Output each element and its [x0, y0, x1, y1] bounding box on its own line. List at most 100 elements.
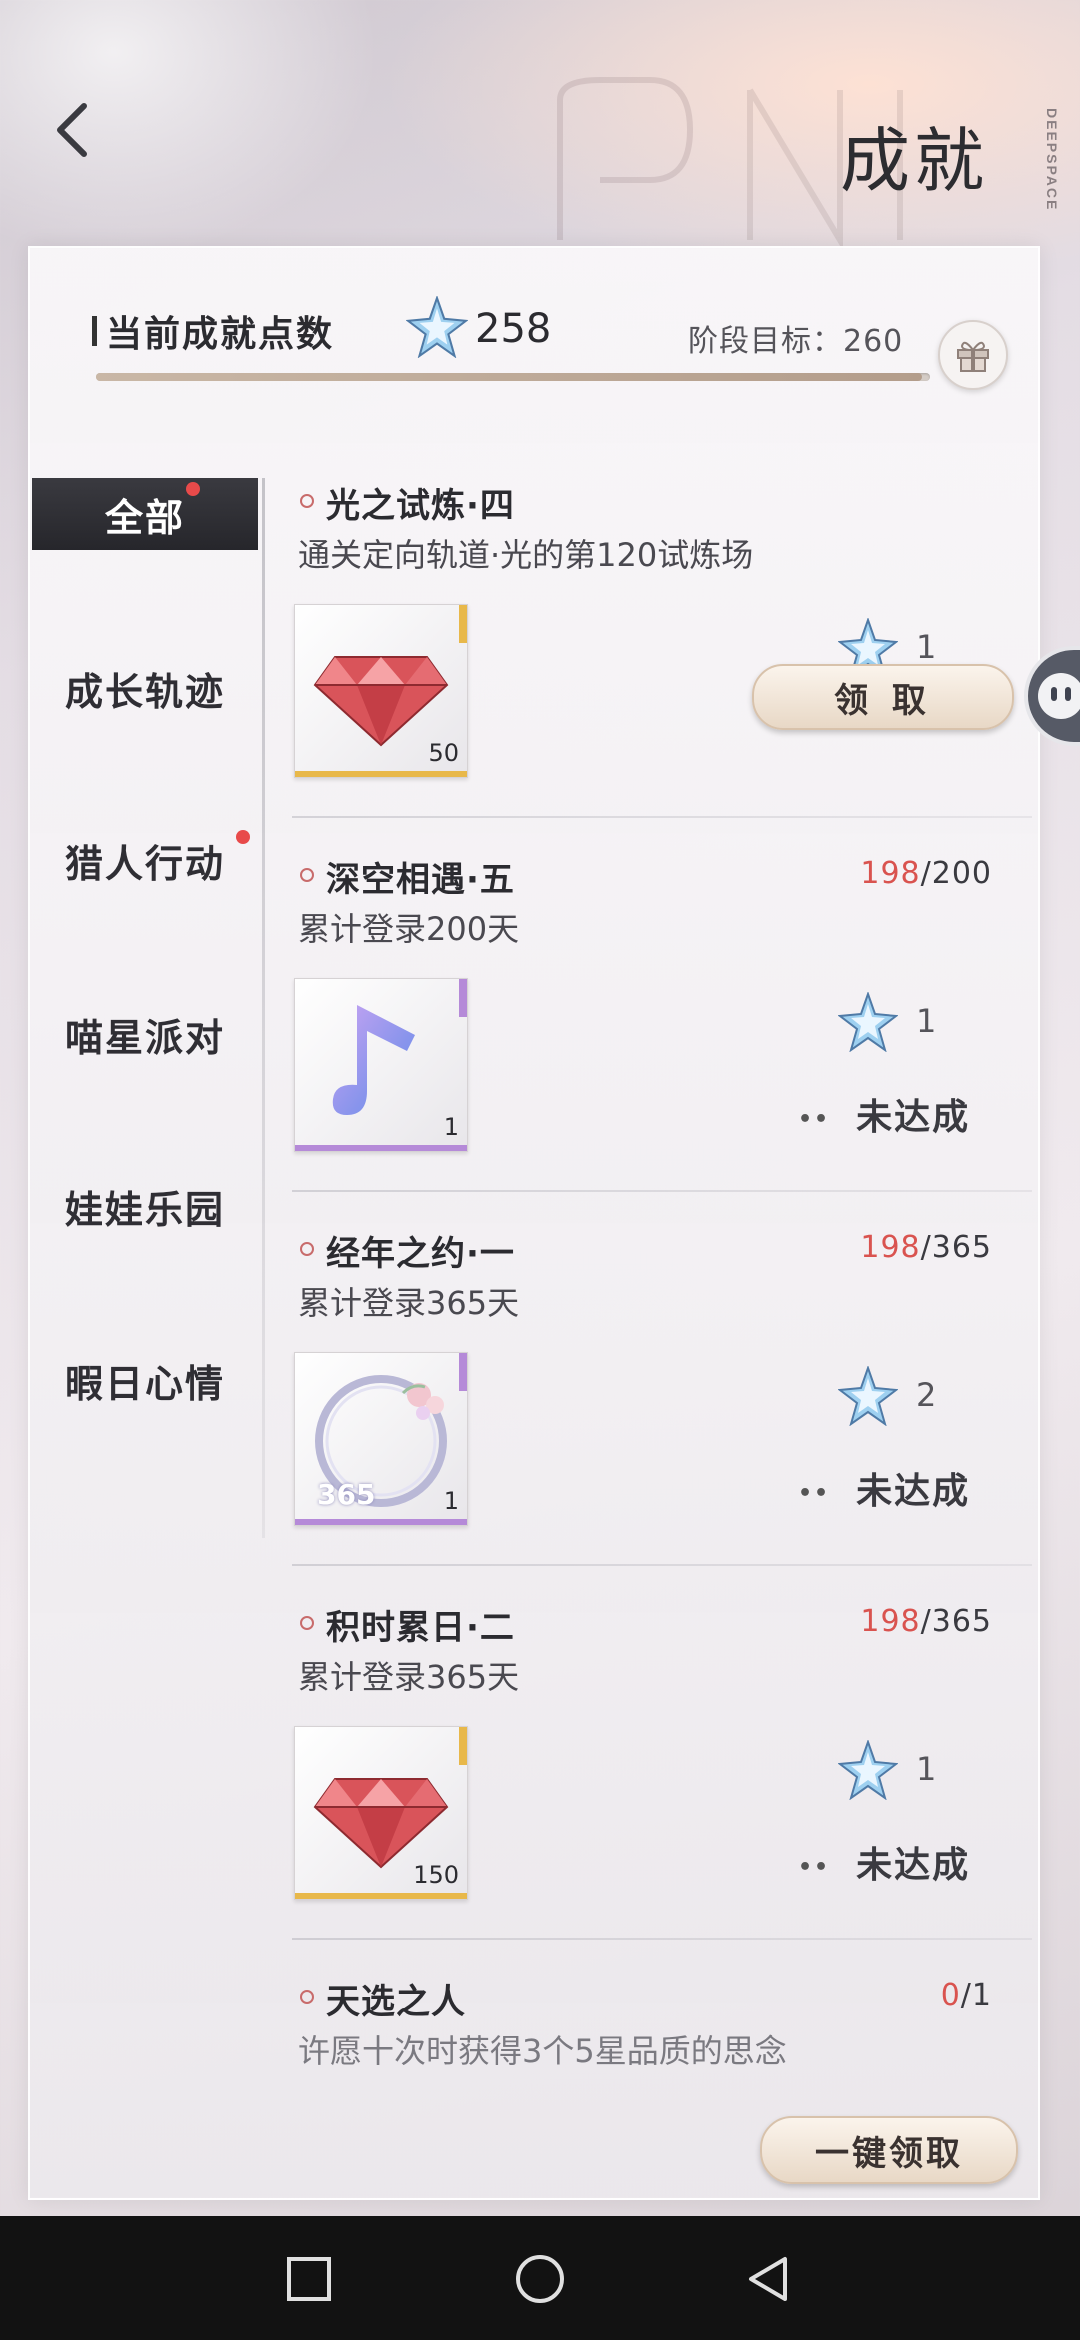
achievement-title: 经年之约·一: [326, 1234, 515, 1274]
item-quantity: 150: [413, 1861, 459, 1889]
sidebar-item-meow-party[interactable]: 喵星派对: [32, 998, 258, 1070]
quality-tag: [459, 605, 467, 643]
gift-icon: [957, 341, 989, 372]
status-not-achieved: •• 未达成: [798, 1088, 970, 1140]
achievement-progress: 198/200: [860, 856, 992, 891]
star-icon: [406, 296, 468, 358]
progress-total: /365: [920, 1604, 992, 1639]
title-bullet: [300, 1990, 314, 2004]
status-not-achieved: •• 未达成: [798, 1836, 970, 1888]
achievement-title: 天选之人: [326, 1982, 466, 2022]
points-progress-bar: [96, 373, 930, 381]
assistant-face-icon: [1038, 673, 1080, 719]
title-bullet: [300, 1616, 314, 1630]
points-label: 当前成就点数: [106, 314, 335, 355]
achievement-progress: 0/1: [941, 1978, 992, 2013]
quality-bar: [295, 1519, 467, 1525]
star-icon: [838, 1366, 898, 1426]
row-divider: [292, 1564, 1032, 1566]
claim-all-button[interactable]: 一键领取: [760, 2116, 1018, 2184]
progress-current: 198: [860, 856, 921, 891]
achievement-item: 积时累日·二 198/365 累计登录365天 150 1 •• 未达成: [292, 1600, 1032, 1920]
progress-total: /200: [920, 856, 992, 891]
recents-button[interactable]: [274, 2244, 344, 2314]
achievement-title: 积时累日·二: [326, 1608, 515, 1648]
reward-item-card[interactable]: 50: [294, 604, 468, 778]
triangle-back-icon: [749, 2257, 787, 2301]
achievement-desc: 通关定向轨道·光的第120试炼场: [298, 536, 754, 574]
item-quantity: 1: [443, 1113, 459, 1141]
quality-tag: [459, 1727, 467, 1765]
row-divider: [292, 1190, 1032, 1192]
reward-item-card[interactable]: 150: [294, 1726, 468, 1900]
achievement-desc: 累计登录200天: [298, 910, 520, 948]
sidebar-item-doll-park[interactable]: 娃娃乐园: [32, 1170, 258, 1242]
sidebar-item-label: 喵星派对: [64, 1015, 225, 1060]
achievement-progress: 198/365: [860, 1604, 992, 1639]
sidebar-item-growth[interactable]: 成长轨迹: [32, 652, 258, 724]
quality-bar: [295, 1893, 467, 1899]
claim-button[interactable]: 领 取: [752, 664, 1014, 730]
progress-current: 198: [860, 1230, 921, 1265]
progress-current: 0: [940, 1978, 961, 2013]
system-navigation-bar: [0, 2216, 1080, 2340]
eye-icon: [1065, 687, 1071, 701]
reward-points: 1: [916, 1750, 937, 1788]
reward-item-card[interactable]: 365 1: [294, 1352, 468, 1526]
reward-item-card[interactable]: 1: [294, 978, 468, 1152]
row-divider: [292, 1938, 1032, 1940]
page-title: 成就: [840, 120, 988, 202]
achievement-title: 深空相遇·五: [326, 860, 515, 900]
progress-total: /1: [960, 1978, 992, 2013]
quality-tag: [459, 1353, 467, 1391]
title-bullet: [300, 1242, 314, 1256]
sidebar-item-all[interactable]: 全部: [32, 478, 258, 550]
achievement-item: 深空相遇·五 198/200 累计登录200天 1 1 •• 未达成: [292, 852, 1032, 1172]
quality-bar: [295, 771, 467, 777]
sidebar-item-label: 成长轨迹: [64, 669, 225, 714]
reward-points: 1: [916, 1002, 937, 1040]
status-label: 未达成: [856, 1845, 971, 1886]
watermark-vertical: DEEPSPACE: [1044, 108, 1060, 212]
row-divider: [292, 816, 1032, 818]
star-icon: [838, 1740, 898, 1800]
stage-reward-button[interactable]: [938, 320, 1008, 390]
achievement-title: 光之试炼·四: [326, 486, 515, 526]
item-quantity: 50: [428, 739, 459, 767]
progress-current: 198: [860, 1604, 921, 1639]
quality-tag: [459, 979, 467, 1017]
achievement-progress: 198/365: [860, 1230, 992, 1265]
points-value: 258: [475, 306, 552, 352]
sidebar-item-label: 全部: [104, 495, 185, 540]
progress-total: /365: [920, 1230, 992, 1265]
square-icon: [287, 2257, 331, 2301]
music-note-icon: [332, 1005, 415, 1115]
status-not-achieved: •• 未达成: [798, 1462, 970, 1514]
sidebar-item-label: 暇日心情: [64, 1361, 225, 1406]
achievement-desc: 累计登录365天: [298, 1284, 520, 1322]
sidebar-divider: [262, 478, 265, 1538]
sidebar-item-leisure-mood[interactable]: 暇日心情: [32, 1344, 258, 1416]
star-icon: [838, 992, 898, 1052]
achievement-desc: 累计登录365天: [298, 1658, 520, 1696]
circle-icon: [516, 2255, 564, 2303]
stage-goal: 阶段目标：260: [688, 324, 904, 359]
achievement-desc: 许愿十次时获得3个5星品质的思念: [298, 2032, 787, 2070]
reward-points: 2: [916, 1376, 937, 1414]
item-quantity: 1: [443, 1487, 459, 1515]
home-button[interactable]: [505, 2244, 575, 2314]
title-bullet: [300, 494, 314, 508]
eye-icon: [1051, 687, 1057, 701]
achievement-item: 天选之人 0/1 许愿十次时获得3个5星品质的思念: [292, 1974, 1032, 2094]
back-nav-button[interactable]: [734, 2244, 804, 2314]
achievement-item: 光之试炼·四 通关定向轨道·光的第120试炼场 50 1 领 取: [292, 478, 1032, 778]
achievement-item: 经年之约·一 198/365 累计登录365天 365 1 2 •• 未达成: [292, 1226, 1032, 1546]
reward-points: 1: [916, 628, 937, 666]
back-button[interactable]: [42, 100, 102, 160]
section-marker: [92, 316, 97, 346]
notification-dot: [186, 482, 200, 496]
title-bullet: [300, 868, 314, 882]
sidebar-item-hunter[interactable]: 猎人行动: [32, 824, 258, 896]
frame-overlay-text: 365: [317, 1478, 376, 1511]
dots-icon: ••: [798, 1106, 831, 1132]
